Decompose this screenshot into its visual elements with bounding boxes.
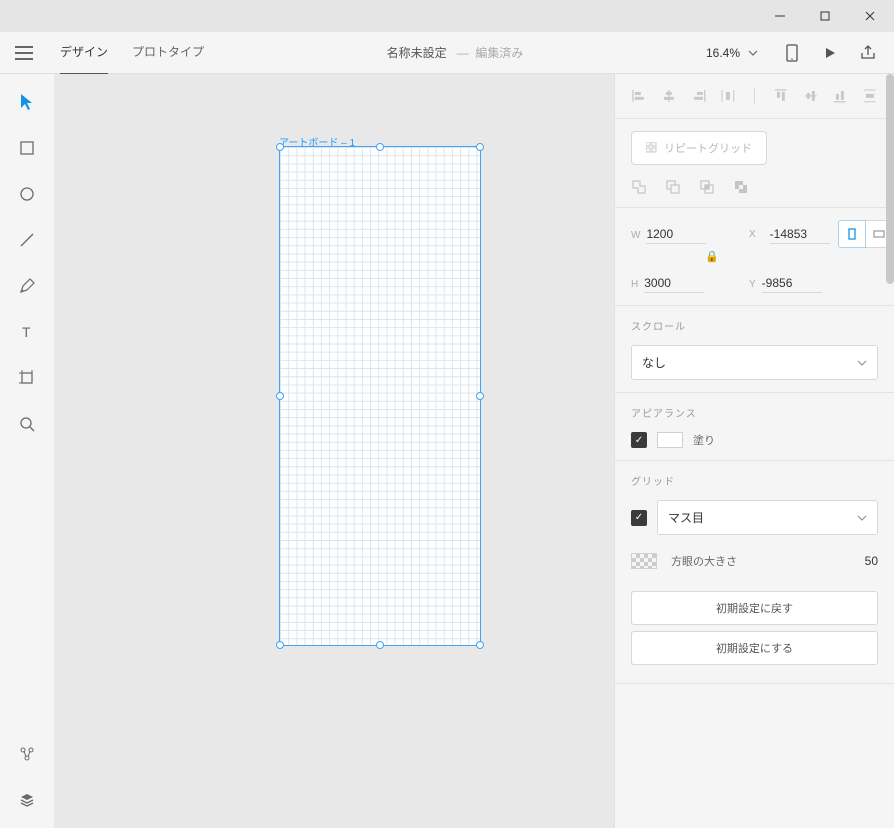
y-label: Y — [749, 279, 756, 290]
line-tool-icon[interactable] — [15, 228, 39, 252]
chevron-down-icon — [857, 360, 867, 366]
align-bottom-icon[interactable] — [832, 88, 848, 104]
align-right-icon[interactable] — [691, 88, 707, 104]
chevron-down-icon — [748, 50, 758, 56]
reset-default-button[interactable]: 初期設定に戻す — [631, 591, 878, 625]
repeat-grid-button[interactable]: リピートグリッド — [631, 131, 767, 165]
align-top-icon[interactable] — [773, 88, 789, 104]
svg-text:T: T — [22, 325, 31, 339]
grid-type-select[interactable]: マス目 — [657, 500, 878, 535]
align-center-h-icon[interactable] — [661, 88, 677, 104]
fill-label: 塗り — [693, 432, 715, 448]
exclude-icon[interactable] — [733, 179, 749, 195]
grid-color-swatch[interactable] — [631, 553, 657, 569]
share-icon[interactable] — [858, 43, 878, 63]
align-middle-icon[interactable] — [803, 88, 819, 104]
tab-design[interactable]: デザイン — [60, 30, 108, 75]
align-left-icon[interactable] — [631, 88, 647, 104]
canvas[interactable]: アートボード – 1 — [54, 74, 614, 828]
maximize-button[interactable] — [802, 1, 847, 31]
subtract-icon[interactable] — [665, 179, 681, 195]
rectangle-tool-icon[interactable] — [15, 136, 39, 160]
layers-icon[interactable] — [15, 788, 39, 812]
assets-icon[interactable] — [15, 742, 39, 766]
grid-size-label: 方眼の大きさ — [671, 553, 737, 569]
make-default-button[interactable]: 初期設定にする — [631, 631, 878, 665]
x-label: X — [749, 229, 756, 240]
height-input[interactable] — [644, 274, 704, 293]
y-input[interactable] — [762, 274, 822, 293]
window-titlebar — [0, 0, 894, 32]
width-label: W — [631, 230, 640, 241]
select-tool-icon[interactable] — [15, 90, 39, 114]
tool-rail: T — [0, 74, 54, 828]
zoom-level[interactable]: 16.4% — [706, 46, 758, 60]
close-button[interactable] — [847, 1, 892, 31]
grid-size-value[interactable]: 50 — [865, 554, 878, 568]
intersect-icon[interactable] — [699, 179, 715, 195]
fill-checkbox[interactable]: ✓ — [631, 432, 647, 448]
distribute-v-icon[interactable] — [862, 88, 878, 104]
lock-icon[interactable]: 🔒 — [705, 250, 715, 263]
tab-prototype[interactable]: プロトタイプ — [132, 30, 204, 75]
width-input[interactable] — [646, 225, 706, 244]
grid-checkbox[interactable]: ✓ — [631, 510, 647, 526]
grid-section-title: グリッド — [631, 473, 878, 488]
chevron-down-icon — [857, 515, 867, 521]
height-label: H — [631, 279, 638, 290]
ellipse-tool-icon[interactable] — [15, 182, 39, 206]
distribute-h-icon[interactable] — [720, 88, 736, 104]
properties-panel: リピートグリッド W X 🔒 H — [614, 74, 894, 828]
artboard-tool-icon[interactable] — [15, 366, 39, 390]
x-input[interactable] — [770, 225, 830, 244]
top-toolbar: デザイン プロトタイプ 名称未設定 — 編集済み 16.4% — [0, 32, 894, 74]
scroll-select[interactable]: なし — [631, 345, 878, 380]
device-preview-icon[interactable] — [782, 43, 802, 63]
union-icon[interactable] — [631, 179, 647, 195]
repeat-grid-icon — [646, 142, 658, 154]
fill-color-swatch[interactable] — [657, 432, 683, 448]
hamburger-menu-icon[interactable] — [8, 37, 40, 69]
scrollbar[interactable] — [886, 74, 894, 828]
minimize-button[interactable] — [757, 1, 802, 31]
play-icon[interactable] — [820, 43, 840, 63]
pen-tool-icon[interactable] — [15, 274, 39, 298]
portrait-orientation-icon[interactable] — [838, 220, 866, 248]
text-tool-icon[interactable]: T — [15, 320, 39, 344]
document-title: 名称未設定 — 編集済み — [204, 44, 706, 61]
scroll-section-title: スクロール — [631, 318, 878, 333]
appearance-section-title: アピアランス — [631, 405, 878, 420]
artboard[interactable] — [279, 146, 481, 646]
zoom-tool-icon[interactable] — [15, 412, 39, 436]
